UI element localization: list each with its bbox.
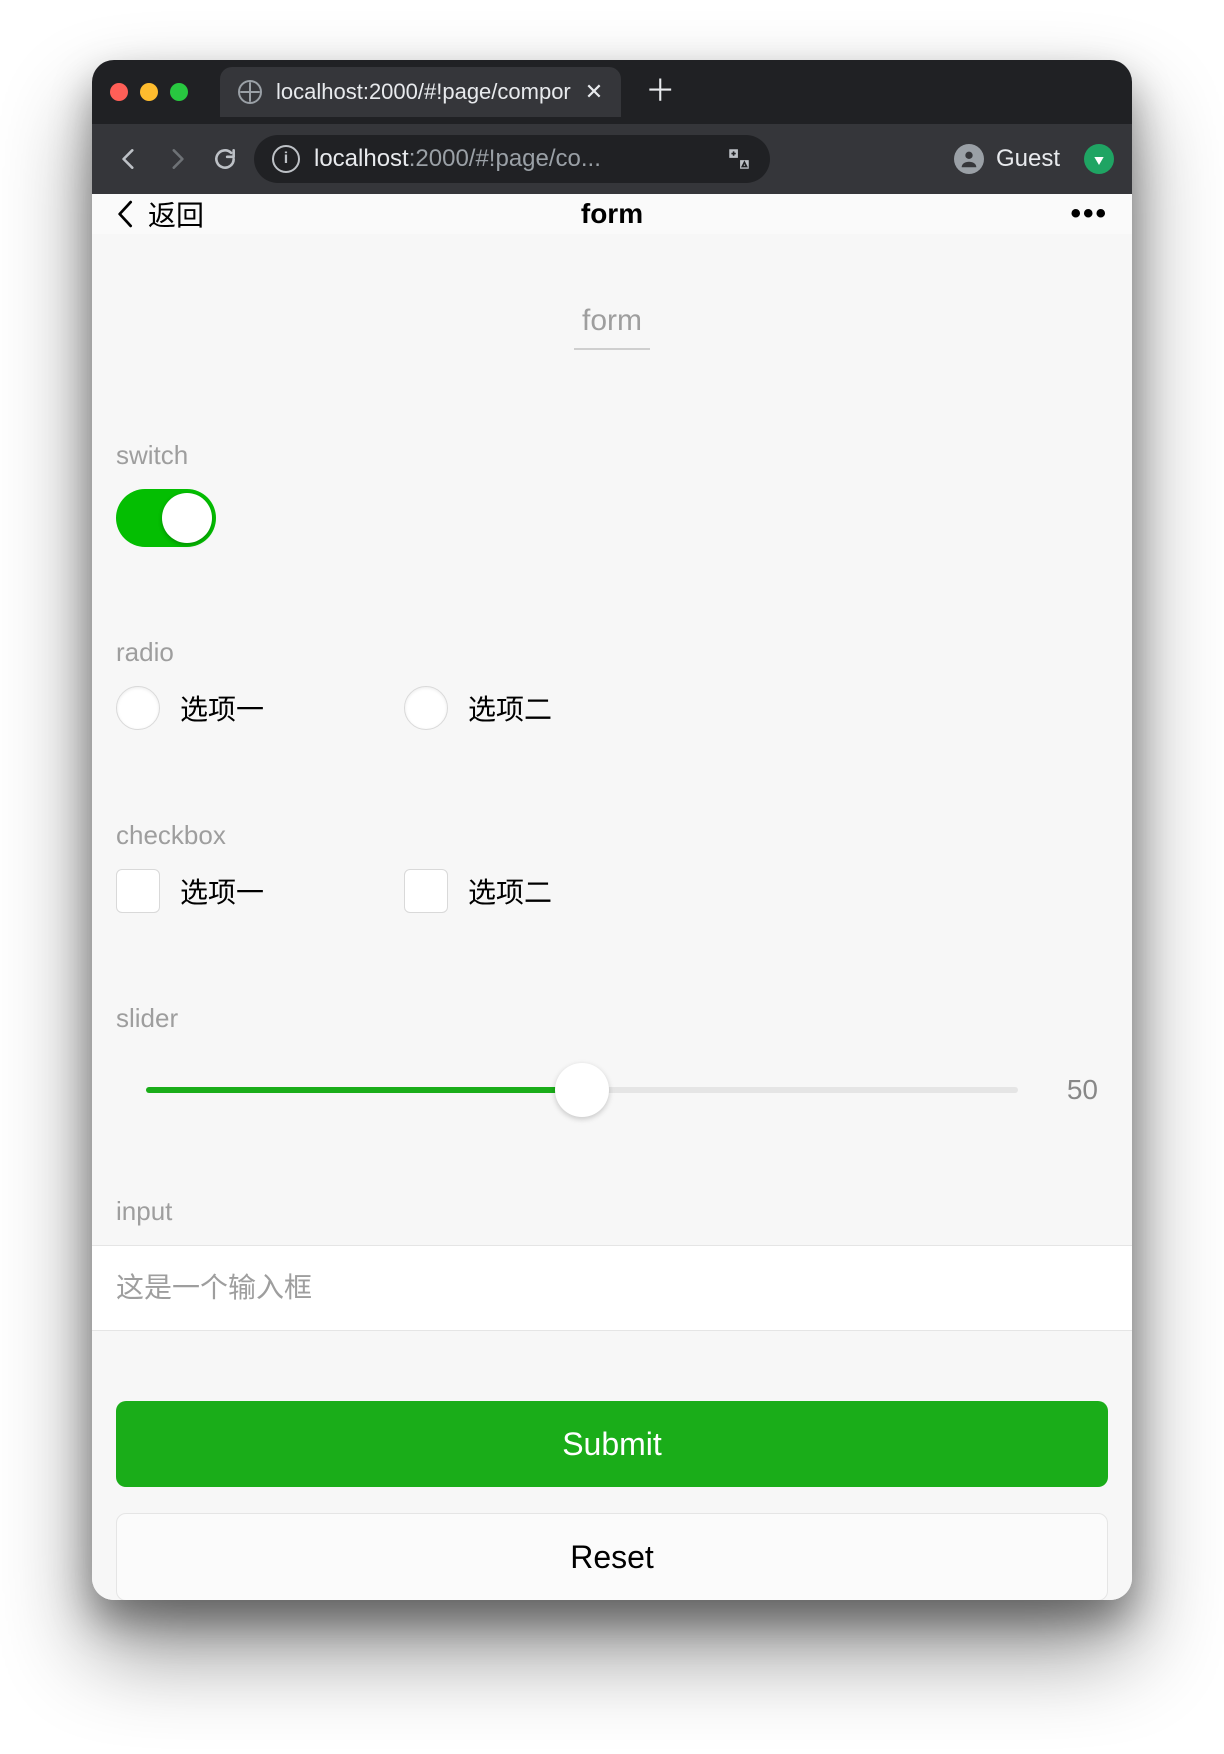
submit-button[interactable]: Submit [116,1401,1108,1487]
back-button[interactable]: 返回 [116,194,204,234]
slider-track[interactable] [146,1087,1018,1093]
browser-tab[interactable]: localhost:2000/#!page/compor ✕ [220,67,621,117]
radio-option-label: 选项二 [468,688,552,728]
close-window-button[interactable] [110,83,128,101]
app-header: 返回 form ••• [92,194,1132,234]
reset-button[interactable]: Reset [116,1513,1108,1600]
tab-title: localhost:2000/#!page/compor [276,79,571,105]
browser-toolbar: i localhost:2000/#!page/co... Guest [92,124,1132,194]
page-header-title: form [92,198,1132,230]
more-button[interactable]: ••• [1070,197,1108,231]
checkbox-option-label: 选项一 [180,871,264,911]
checkbox-icon [116,869,160,913]
nav-forward-button[interactable] [158,140,196,178]
radio-icon [116,686,160,730]
profile-button[interactable]: Guest [954,144,1060,174]
new-tab-button[interactable]: ＋ [645,77,675,107]
extension-button[interactable] [1084,144,1114,174]
browser-window: localhost:2000/#!page/compor ✕ ＋ i local… [92,60,1132,1600]
fullscreen-window-button[interactable] [170,83,188,101]
close-tab-button[interactable]: ✕ [585,81,603,103]
switch-label: switch [116,440,1108,471]
window-controls [110,83,188,101]
slider-value: 50 [1048,1074,1098,1106]
avatar-icon [954,144,984,174]
switch-knob [162,493,212,543]
radio-option-2[interactable]: 选项二 [404,686,552,730]
address-bar[interactable]: i localhost:2000/#!page/co... [254,135,770,183]
checkbox-option-label: 选项二 [468,871,552,911]
slider-thumb[interactable] [555,1063,609,1117]
radio-label: radio [116,637,1108,668]
profile-label: Guest [996,145,1060,173]
translate-icon[interactable] [726,146,752,172]
globe-icon [238,80,262,104]
back-label: 返回 [148,194,204,234]
form-buttons: Submit Reset [116,1401,1108,1600]
radio-option-label: 选项一 [180,688,264,728]
slider-label: slider [116,1003,1108,1034]
text-input[interactable] [92,1245,1132,1331]
minimize-window-button[interactable] [140,83,158,101]
nav-back-button[interactable] [110,140,148,178]
slider-section: slider 50 [116,1003,1108,1106]
checkbox-icon [404,869,448,913]
radio-icon [404,686,448,730]
reload-button[interactable] [206,140,244,178]
page-title: form [116,304,1108,350]
input-section: input [116,1196,1108,1331]
radio-option-1[interactable]: 选项一 [116,686,264,730]
input-label: input [116,1196,1108,1227]
checkbox-section: checkbox 选项一 选项二 [116,820,1108,913]
browser-tabbar: localhost:2000/#!page/compor ✕ ＋ [92,60,1132,124]
switch-section: switch [116,440,1108,547]
url-text: localhost:2000/#!page/co... [314,145,601,173]
checkbox-option-2[interactable]: 选项二 [404,869,552,913]
switch-toggle[interactable] [116,489,216,547]
checkbox-option-1[interactable]: 选项一 [116,869,264,913]
slider-fill [146,1087,582,1093]
site-info-icon[interactable]: i [272,145,300,173]
checkbox-label: checkbox [116,820,1108,851]
page-viewport: 返回 form ••• form switch radio [92,194,1132,1600]
radio-section: radio 选项一 选项二 [116,637,1108,730]
